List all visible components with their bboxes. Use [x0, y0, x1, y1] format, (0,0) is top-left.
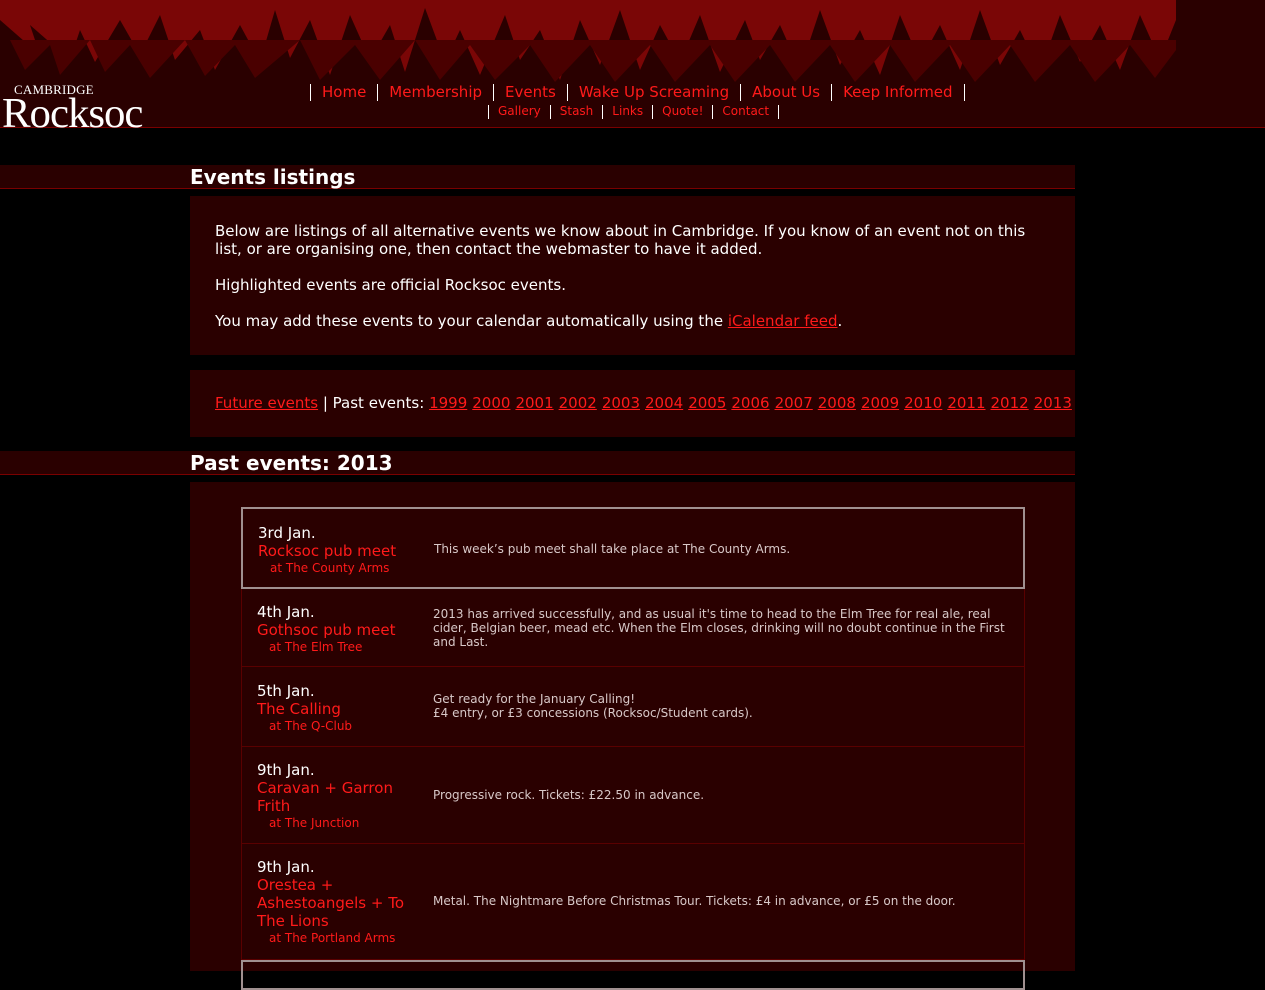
- page-title: Events listings: [190, 165, 356, 189]
- event-date: 3rd Jan.: [258, 524, 316, 542]
- event-venue: at The Q-Club: [269, 719, 353, 733]
- event-info: 9th Jan. Orestea + Ashestoangels + To Th…: [257, 858, 417, 946]
- year-link-2007[interactable]: 2007: [775, 394, 813, 412]
- logo-title: Rocksoc: [2, 91, 143, 137]
- nav-stash[interactable]: Stash: [551, 104, 603, 119]
- year-link-1999[interactable]: 1999: [429, 394, 467, 412]
- event-venue: at The County Arms: [270, 561, 390, 575]
- main-nav: Home Membership Events Wake Up Screaming…: [310, 83, 965, 101]
- nav-membership[interactable]: Membership: [378, 83, 493, 101]
- event-info: 3rd Jan. Rocksoc pub meet at The County …: [258, 524, 418, 576]
- nav-events[interactable]: Events: [494, 83, 567, 101]
- nav-quote[interactable]: Quote!: [653, 104, 712, 119]
- section-bar: [0, 165, 1075, 189]
- year-link-2012[interactable]: 2012: [991, 394, 1029, 412]
- ical-feed-link[interactable]: iCalendar feed: [728, 312, 838, 330]
- event-venue: at The Portland Arms: [269, 931, 396, 945]
- past-events-title: Past events: 2013: [190, 451, 393, 475]
- event-info: 5th Jan. The Calling at The Q-Club: [257, 682, 417, 734]
- sub-nav: Gallery Stash Links Quote! Contact: [488, 104, 780, 119]
- event-name-link[interactable]: The Calling: [257, 700, 417, 718]
- event-row: [241, 960, 1025, 990]
- nav-divider: [963, 83, 965, 101]
- year-link-2004[interactable]: 2004: [645, 394, 683, 412]
- site-header: CAMBRIDGE Rocksoc Home Membership Events…: [0, 0, 1265, 137]
- event-info: 4th Jan. Gothsoc pub meet at The Elm Tre…: [257, 603, 417, 655]
- nav-divider: [778, 104, 780, 119]
- nav-contact[interactable]: Contact: [713, 104, 778, 119]
- event-description: Metal. The Nightmare Before Christmas To…: [433, 894, 956, 908]
- event-venue: at The Elm Tree: [269, 640, 363, 654]
- year-link-2002[interactable]: 2002: [559, 394, 597, 412]
- event-name-link[interactable]: Orestea + Ashestoangels + To The Lions: [257, 876, 417, 930]
- event-date: 4th Jan.: [257, 603, 315, 621]
- year-link-2011[interactable]: 2011: [947, 394, 985, 412]
- nav-home[interactable]: Home: [311, 83, 377, 101]
- nav-keep-informed[interactable]: Keep Informed: [832, 83, 964, 101]
- year-link-2001[interactable]: 2001: [515, 394, 553, 412]
- year-list: 1999 2000 2001 2002 2003 2004 2005 2006 2007 2008…: [429, 394, 1077, 412]
- event-description: This week’s pub meet shall take place at…: [434, 542, 791, 556]
- event-info: 9th Jan. Caravan + Garron Frith at The J…: [257, 761, 417, 831]
- year-link-2013[interactable]: 2013: [1034, 394, 1072, 412]
- intro-panel: Below are listings of all alternative ev…: [190, 196, 1075, 355]
- event-date: 9th Jan.: [257, 858, 315, 876]
- nav-links[interactable]: Links: [603, 104, 652, 119]
- year-link-2003[interactable]: 2003: [602, 394, 640, 412]
- nav-about-us[interactable]: About Us: [741, 83, 831, 101]
- nav-gallery[interactable]: Gallery: [489, 104, 550, 119]
- event-name-link[interactable]: Gothsoc pub meet: [257, 621, 417, 639]
- section-bar: [0, 451, 1075, 475]
- ical-line: You may add these events to your calenda…: [215, 312, 842, 330]
- event-description: Progressive rock. Tickets: £22.50 in adv…: [433, 788, 705, 802]
- ical-suffix: .: [837, 312, 843, 330]
- event-venue: at The Junction: [269, 816, 360, 830]
- year-link-2008[interactable]: 2008: [818, 394, 856, 412]
- highlight-note: Highlighted events are official Rocksoc …: [215, 276, 566, 294]
- event-row: 3rd Jan. Rocksoc pub meet at The County …: [241, 507, 1025, 589]
- year-link-2006[interactable]: 2006: [731, 394, 769, 412]
- event-row: 4th Jan. Gothsoc pub meet at The Elm Tre…: [241, 589, 1025, 667]
- flame-banner: [0, 0, 1176, 82]
- year-link-2000[interactable]: 2000: [472, 394, 510, 412]
- ical-prefix: You may add these events to your calenda…: [215, 312, 728, 330]
- event-row: 5th Jan. The Calling at The Q-Club Get r…: [241, 667, 1025, 747]
- nav-wake-up-screaming[interactable]: Wake Up Screaming: [568, 83, 740, 101]
- event-row: 9th Jan. Caravan + Garron Frith at The J…: [241, 747, 1025, 844]
- archive-links: Future events | Past events: 1999 2000 200…: [215, 394, 1077, 412]
- intro-text: Below are listings of all alternative ev…: [215, 222, 1026, 258]
- event-description: 2013 has arrived successfully, and as us…: [433, 607, 1005, 649]
- event-date: 5th Jan.: [257, 682, 315, 700]
- event-name-link[interactable]: Caravan + Garron Frith: [257, 779, 417, 815]
- future-events-link[interactable]: Future events: [215, 394, 318, 412]
- event-date: 9th Jan.: [257, 761, 315, 779]
- year-link-2005[interactable]: 2005: [688, 394, 726, 412]
- year-link-2010[interactable]: 2010: [904, 394, 942, 412]
- year-link-2009[interactable]: 2009: [861, 394, 899, 412]
- events-table: 3rd Jan. Rocksoc pub meet at The County …: [241, 507, 1025, 990]
- past-events-label: | Past events:: [318, 394, 430, 412]
- event-description: Get ready for the January Calling! £4 en…: [433, 692, 753, 720]
- event-name-link[interactable]: Rocksoc pub meet: [258, 542, 418, 560]
- event-row: 9th Jan. Orestea + Ashestoangels + To Th…: [241, 844, 1025, 960]
- rocksoc-logo[interactable]: CAMBRIDGE Rocksoc: [2, 82, 162, 138]
